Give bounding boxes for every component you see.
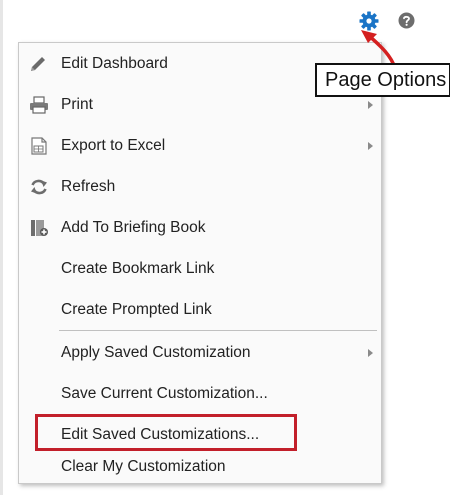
menu-item-label: Save Current Customization... [61,385,268,402]
menu-item-label: Create Prompted Link [61,301,212,318]
menu-item-save-current-customization[interactable]: Save Current Customization... [19,376,381,412]
pencil-icon [31,57,45,71]
menu-item-add-to-briefing-book[interactable]: Add To Briefing Book [19,210,381,246]
highlight-box [35,414,297,451]
menu-separator [59,330,377,331]
menu-item-create-bookmark-link[interactable]: Create Bookmark Link [19,251,381,287]
menu-item-label: Export to Excel [61,137,166,154]
menu-item-apply-saved-customization[interactable]: Apply Saved Customization [19,335,381,371]
menu-item-label: Print [61,96,93,113]
window-edge [0,0,3,495]
menu-item-label: Edit Dashboard [61,55,168,72]
menu-item-label: Apply Saved Customization [61,344,251,361]
printer-icon [30,96,48,114]
submenu-arrow-icon [368,349,373,357]
menu-item-label: Create Bookmark Link [61,260,215,277]
menu-item-label: Refresh [61,178,116,195]
refresh-icon [31,179,47,195]
menu-item-label: Clear My Customization [61,458,226,475]
menu-item-export-to-excel[interactable]: Export to Excel [19,128,381,164]
menu-item-clear-my-customization[interactable]: Clear My Customization [19,449,381,485]
briefing-book-icon [31,220,48,236]
menu-item-label: Add To Briefing Book [61,219,206,236]
submenu-arrow-icon [368,142,373,150]
menu-item-refresh[interactable]: Refresh [19,169,381,205]
page-options-tooltip: Page Options [315,63,450,97]
menu-item-create-prompted-link[interactable]: Create Prompted Link [19,292,381,328]
submenu-arrow-icon [368,101,373,109]
excel-export-icon [31,137,47,155]
